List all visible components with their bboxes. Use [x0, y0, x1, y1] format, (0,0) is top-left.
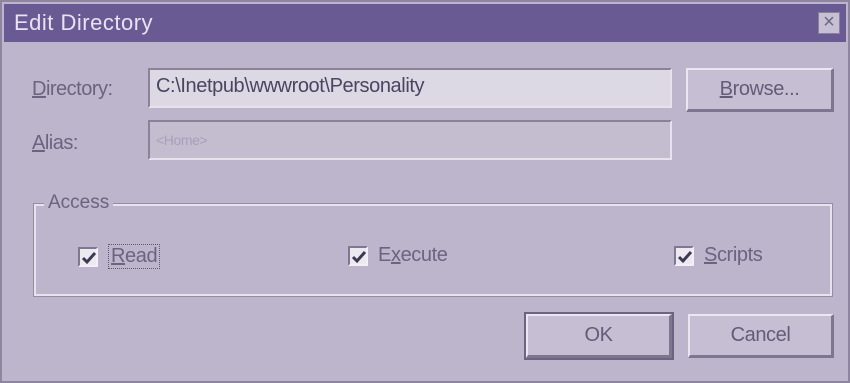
- directory-label-rest: irectory:: [45, 78, 113, 100]
- alias-label-accel: A: [32, 132, 45, 154]
- access-group-title: Access: [44, 192, 114, 214]
- edit-directory-dialog: Edit Directory × Directory: C:\Inetpub\w…: [0, 0, 850, 383]
- execute-label: Execute: [378, 244, 448, 267]
- title-bar[interactable]: Edit Directory ×: [4, 4, 846, 42]
- scripts-accel: S: [704, 244, 717, 266]
- directory-label-accel: D: [32, 78, 46, 100]
- read-check-box[interactable]: [78, 246, 98, 267]
- browse-button[interactable]: Browse...: [686, 68, 834, 112]
- dialog-title: Edit Directory: [14, 10, 154, 35]
- alias-value: <Home>: [156, 132, 208, 148]
- scripts-check-box[interactable]: [674, 245, 694, 266]
- alias-field: <Home>: [148, 120, 672, 160]
- directory-label: Directory:: [32, 78, 113, 101]
- scripts-label-rest: cripts: [716, 244, 763, 266]
- checkmark-icon: [81, 251, 97, 264]
- execute-label-rest: ecute: [400, 244, 448, 266]
- execute-accel: x: [390, 244, 401, 266]
- ok-button[interactable]: OK: [524, 312, 674, 360]
- execute-checkbox[interactable]: Execute: [348, 244, 448, 267]
- execute-label-pre: E: [378, 244, 391, 266]
- browse-accel: B: [719, 78, 733, 100]
- close-button[interactable]: ×: [818, 12, 840, 34]
- cancel-button[interactable]: Cancel: [688, 314, 834, 358]
- browse-label: rowse...: [732, 78, 800, 100]
- directory-value: C:\Inetpub\wwwroot\Personality: [156, 75, 425, 97]
- scripts-checkbox[interactable]: Scripts: [674, 244, 763, 267]
- read-checkbox[interactable]: Read: [78, 244, 161, 269]
- checkmark-icon: [351, 250, 367, 263]
- checkmark-icon: [677, 250, 693, 263]
- scripts-label: Scripts: [704, 244, 763, 267]
- close-icon: ×: [823, 11, 835, 33]
- read-label-rest: ead: [125, 245, 158, 267]
- read-accel: R: [111, 245, 126, 267]
- read-label: Read: [108, 244, 161, 269]
- directory-field[interactable]: C:\Inetpub\wwwroot\Personality: [148, 68, 672, 108]
- alias-label: Alias:: [32, 132, 78, 155]
- alias-label-rest: lias:: [44, 132, 79, 154]
- execute-check-box[interactable]: [348, 245, 368, 266]
